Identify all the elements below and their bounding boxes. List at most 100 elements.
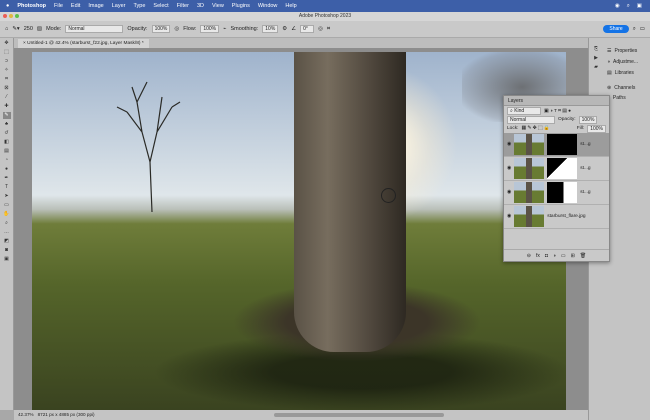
menu-window[interactable]: Window: [258, 3, 278, 9]
smoothing-field[interactable]: 10%: [262, 25, 278, 33]
angle-field[interactable]: 0°: [300, 25, 314, 33]
layer-name[interactable]: starburst_flare.jpg: [547, 214, 585, 219]
marquee-tool-icon[interactable]: ⬚: [3, 49, 11, 56]
layer-mask-thumbnail[interactable]: [547, 134, 577, 155]
visibility-eye-icon[interactable]: ◉: [507, 142, 511, 147]
close-button[interactable]: [3, 14, 7, 18]
visibility-eye-icon[interactable]: ◉: [507, 190, 511, 195]
zoom-button[interactable]: [15, 14, 19, 18]
menu-view[interactable]: View: [212, 3, 224, 9]
stamp-tool-icon[interactable]: ♣: [3, 121, 11, 128]
blur-tool-icon[interactable]: ◔: [3, 157, 11, 164]
actions-icon[interactable]: ▶: [592, 55, 600, 62]
brush-tool-icon[interactable]: ✎▾: [12, 26, 19, 32]
color-swatches-icon[interactable]: ◩: [3, 238, 11, 245]
fx-icon[interactable]: fx: [536, 253, 540, 259]
layer-row[interactable]: ◉ starburst_flare.jpg: [504, 205, 609, 229]
opacity-field[interactable]: 100%: [152, 25, 171, 33]
menu-3d[interactable]: 3D: [197, 3, 204, 9]
brush-tool-icon[interactable]: ✎: [3, 112, 11, 119]
horizontal-scrollbar[interactable]: [274, 413, 444, 417]
adjustment-layer-icon[interactable]: ◑: [553, 253, 556, 259]
menu-help[interactable]: Help: [285, 3, 296, 9]
mode-select[interactable]: Normal: [65, 25, 123, 33]
rectangle-tool-icon[interactable]: ▭: [3, 202, 11, 209]
document-tab[interactable]: × Untitled-1 @ 42.4% (starburst_f22.jpg,…: [18, 39, 149, 48]
gear-icon[interactable]: ⚙: [282, 26, 287, 32]
dock-adjustments[interactable]: ◑Adjustme...: [607, 59, 638, 65]
gradient-tool-icon[interactable]: ▤: [3, 148, 11, 155]
layer-mask-thumbnail[interactable]: [547, 158, 577, 179]
pen-tool-icon[interactable]: ✒: [3, 175, 11, 182]
menu-plugins[interactable]: Plugins: [232, 3, 250, 9]
fill-field[interactable]: 100%: [587, 125, 606, 133]
control-center-icon[interactable]: ▣: [637, 3, 642, 10]
layer-row[interactable]: ◉ st...g: [504, 181, 609, 205]
eraser-tool-icon[interactable]: ◧: [3, 139, 11, 146]
layer-name[interactable]: st...g: [580, 190, 590, 195]
more-tools-icon[interactable]: …: [3, 229, 11, 236]
visibility-eye-icon[interactable]: ◉: [507, 214, 511, 219]
quick-select-tool-icon[interactable]: ✧: [3, 67, 11, 74]
wifi-icon[interactable]: ◉: [615, 3, 620, 10]
healing-tool-icon[interactable]: ✚: [3, 103, 11, 110]
dodge-tool-icon[interactable]: ●: [3, 166, 11, 173]
screen-mode-icon[interactable]: ▣: [3, 256, 11, 263]
dock-properties[interactable]: ☰Properties: [607, 48, 637, 54]
quick-mask-icon[interactable]: ◙: [3, 247, 11, 254]
type-tool-icon[interactable]: T: [3, 184, 11, 191]
share-button[interactable]: Share: [603, 25, 628, 33]
hand-tool-icon[interactable]: ✋: [3, 211, 11, 218]
filter-icons[interactable]: ▣ ◑ T ⌗ ▤ ●: [544, 108, 571, 114]
workspace-icon[interactable]: ▭: [640, 26, 650, 32]
menu-file[interactable]: File: [54, 3, 63, 9]
frame-tool-icon[interactable]: ⊠: [3, 85, 11, 92]
comments-icon[interactable]: ▰: [592, 64, 600, 71]
menu-layer[interactable]: Layer: [112, 3, 126, 9]
menu-edit[interactable]: Edit: [71, 3, 80, 9]
filter-kind-select[interactable]: ⌕ Kind: [507, 107, 541, 115]
add-mask-icon[interactable]: ◘: [545, 253, 548, 259]
menu-image[interactable]: Image: [88, 3, 103, 9]
brush-settings-icon[interactable]: ▨: [37, 26, 42, 32]
apple-icon[interactable]: ●: [6, 3, 9, 9]
brush-size[interactable]: 250: [24, 26, 33, 32]
flow-field[interactable]: 100%: [200, 25, 219, 33]
group-icon[interactable]: ▭: [561, 253, 566, 259]
search-icon[interactable]: ⌕: [633, 26, 636, 33]
layer-row[interactable]: ◉ st...g: [504, 133, 609, 157]
crop-tool-icon[interactable]: ⌗: [3, 76, 11, 83]
zoom-tool-icon[interactable]: ⌕: [3, 220, 11, 227]
lock-icons[interactable]: ▦ ✎ ✥ ⬚ 🔒: [521, 126, 549, 131]
airbrush-icon[interactable]: ⌁: [223, 26, 226, 32]
menu-app[interactable]: Photoshop: [17, 3, 46, 9]
move-tool-icon[interactable]: ✥: [3, 40, 11, 47]
new-layer-icon[interactable]: ⊞: [571, 253, 575, 259]
layer-mask-thumbnail[interactable]: [547, 182, 577, 203]
history-icon[interactable]: ⎘: [592, 46, 600, 53]
document-image[interactable]: [32, 52, 566, 410]
dock-libraries[interactable]: ▤Libraries: [607, 70, 634, 76]
zoom-level[interactable]: 42.37%: [18, 410, 34, 420]
pressure-size-icon[interactable]: ◎: [318, 26, 323, 32]
dock-channels[interactable]: ⊛Channels: [607, 85, 635, 91]
layer-name[interactable]: st...g: [580, 142, 590, 147]
lasso-tool-icon[interactable]: ↄ: [3, 58, 11, 65]
path-select-icon[interactable]: ➤: [3, 193, 11, 200]
menu-select[interactable]: Select: [153, 3, 168, 9]
layers-tab[interactable]: Layers: [504, 96, 609, 106]
link-icon[interactable]: ⊖: [527, 253, 531, 259]
layer-name[interactable]: st...g: [580, 166, 590, 171]
menu-type[interactable]: Type: [133, 3, 145, 9]
home-icon[interactable]: ⌂: [5, 26, 8, 32]
layer-row[interactable]: ◉ st...g: [504, 157, 609, 181]
blend-mode-select[interactable]: Normal: [507, 116, 555, 124]
search-icon[interactable]: ⌕: [627, 3, 630, 10]
history-brush-icon[interactable]: ↺: [3, 130, 11, 137]
menu-filter[interactable]: Filter: [177, 3, 189, 9]
minimize-button[interactable]: [9, 14, 13, 18]
visibility-eye-icon[interactable]: ◉: [507, 166, 511, 171]
canvas-area[interactable]: [14, 48, 588, 410]
symmetry-icon[interactable]: ⌗: [327, 26, 330, 33]
trash-icon[interactable]: 🗑: [580, 253, 586, 259]
